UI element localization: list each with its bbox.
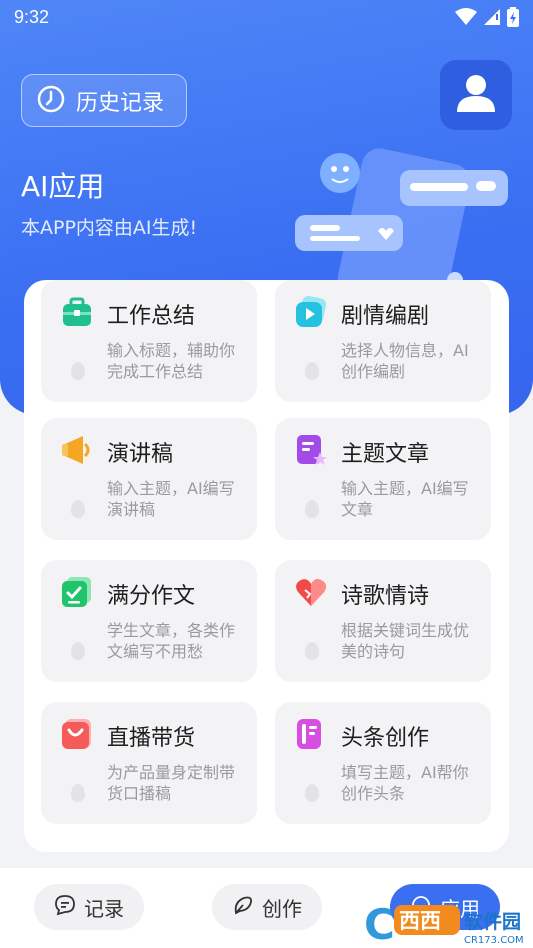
card-title: 剧情编剧: [341, 304, 430, 329]
signal-icon: [483, 8, 501, 30]
checklist-icon: [61, 576, 93, 608]
wifi-icon: [455, 8, 477, 30]
svg-text:软件园: 软件园: [464, 910, 521, 933]
heart-icon: [295, 576, 327, 608]
tab-create-label: 创作: [262, 896, 302, 921]
decor-drop: [305, 784, 319, 802]
shopping-bag-icon: [61, 718, 93, 750]
decor-drop: [305, 362, 319, 380]
card-theme-article[interactable]: 主题文章 输入主题，AI编写文章: [275, 418, 491, 540]
megaphone-icon: [61, 434, 93, 466]
battery-icon: [507, 7, 519, 31]
card-title: 诗歌情诗: [341, 584, 430, 609]
card-desc: 根据关键词生成优美的诗句: [341, 621, 470, 661]
card-work-summary[interactable]: 工作总结 输入标题，辅助你完成工作总结: [41, 280, 257, 402]
card-desc: 输入标题，辅助你完成工作总结: [107, 341, 236, 381]
briefcase-icon: [61, 296, 93, 328]
card-title: 直播带货: [107, 726, 196, 751]
decor-drop: [71, 362, 85, 380]
history-button[interactable]: 历史记录: [21, 74, 187, 127]
document-star-icon: [295, 434, 327, 466]
card-script-writing[interactable]: 剧情编剧 选择人物信息，AI创作编剧: [275, 280, 491, 402]
status-bar: 9:32: [0, 0, 533, 36]
avatar-button[interactable]: [440, 60, 512, 130]
decor-drop: [305, 500, 319, 518]
chat-bubble-icon: [54, 894, 76, 921]
tab-create[interactable]: 创作: [212, 884, 322, 930]
card-desc: 学生文章，各类作文编写不用愁: [107, 621, 236, 661]
leaf-pen-icon: [232, 894, 254, 921]
card-desc: 输入主题，AI编写演讲稿: [107, 479, 235, 519]
card-speech[interactable]: 演讲稿 输入主题，AI编写演讲稿: [41, 418, 257, 540]
card-title: 工作总结: [107, 304, 196, 329]
svg-text:西西: 西西: [399, 909, 441, 933]
card-live-selling[interactable]: 直播带货 为产品量身定制带货口播稿: [41, 702, 257, 824]
card-title: 头条创作: [341, 726, 430, 751]
card-desc: 输入主题，AI编写文章: [341, 479, 469, 519]
card-title: 主题文章: [341, 442, 430, 467]
chat-phone-illustration: [290, 145, 515, 312]
page-subtitle: 本APP内容由AI生成!: [21, 217, 198, 239]
svg-text:C: C: [364, 900, 395, 948]
status-icons: [455, 7, 519, 31]
card-desc: 为产品量身定制带货口播稿: [107, 763, 236, 803]
pen-card-icon: [295, 718, 327, 750]
decor-drop: [71, 784, 85, 802]
card-desc: 选择人物信息，AI创作编剧: [341, 341, 469, 381]
svg-text:CR173.COM: CR173.COM: [464, 935, 524, 946]
features-panel: 工作总结 输入标题，辅助你完成工作总结 剧情编剧 选择人物信息，AI创作编剧 演…: [24, 280, 509, 852]
user-icon: [453, 70, 499, 120]
decor-drop: [71, 642, 85, 660]
card-desc: 填写主题，AI帮你创作头条: [341, 763, 469, 803]
card-title: 满分作文: [107, 584, 196, 609]
watermark-logo: C 西西 软件园 CR173.COM: [356, 895, 533, 948]
decor-drop: [71, 500, 85, 518]
decor-drop: [305, 642, 319, 660]
page-title: AI应用: [21, 170, 105, 203]
card-headline-creation[interactable]: 头条创作 填写主题，AI帮你创作头条: [275, 702, 491, 824]
tab-record[interactable]: 记录: [34, 884, 144, 930]
history-label: 历史记录: [76, 90, 165, 116]
tab-record-label: 记录: [84, 896, 124, 921]
card-poetry[interactable]: 诗歌情诗 根据关键词生成优美的诗句: [275, 560, 491, 682]
card-title: 演讲稿: [107, 442, 174, 467]
play-icon: [295, 295, 327, 328]
card-full-score-essay[interactable]: 满分作文 学生文章，各类作文编写不用愁: [41, 560, 257, 682]
status-time: 9:32: [14, 7, 50, 27]
clock-icon: [36, 84, 66, 118]
